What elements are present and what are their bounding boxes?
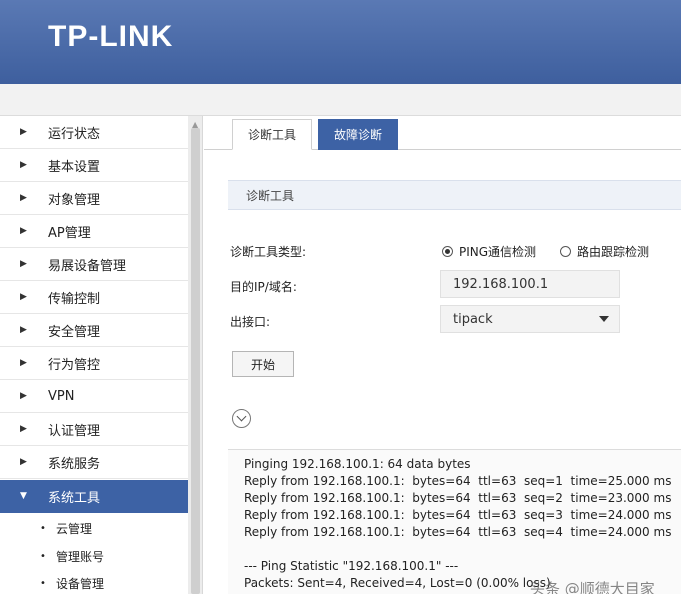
output-line: --- Ping Statistic "192.168.100.1" --- (244, 559, 459, 573)
sidebar-item-label: 运行状态 (48, 126, 101, 142)
chevron-right-icon: ▶ (20, 193, 27, 203)
sidebar-item-vpn[interactable]: ▶ VPN (0, 380, 188, 413)
bullet-icon: • (40, 577, 46, 589)
sidebar-item-basic-settings[interactable]: ▶ 基本设置 (0, 149, 188, 182)
interface-select-value: tipack (453, 311, 493, 327)
target-label: 目的IP/域名: (230, 280, 297, 294)
sidebar-item-label: 传输控制 (48, 291, 101, 307)
chevron-right-icon: ▶ (20, 457, 27, 467)
interface-select[interactable]: tipack (440, 305, 620, 333)
tab-diagnostic-tools[interactable]: 诊断工具 (232, 119, 312, 150)
chevron-right-icon: ▶ (20, 127, 27, 137)
chevron-down-icon: ▼ (20, 491, 27, 501)
watermark: 头条 @顺德大目家 (530, 580, 655, 594)
output-line: Packets: Sent=4, Received=4, Lost=0 (0.0… (244, 576, 551, 590)
sidebar-item-security[interactable]: ▶ 安全管理 (0, 314, 188, 347)
sidebar-item-label: 系统服务 (48, 456, 101, 472)
output-line: Reply from 192.168.100.1: bytes=64 ttl=6… (244, 508, 672, 522)
tab-bar: 诊断工具 故障诊断 (204, 117, 681, 150)
radio-traceroute[interactable]: 路由跟踪检测 (560, 243, 649, 260)
sidebar-item-easy-expand[interactable]: ▶ 易展设备管理 (0, 248, 188, 281)
sidebar-item-label: 安全管理 (48, 324, 101, 340)
sidebar-item-label: 认证管理 (48, 423, 101, 439)
sidebar-subitem-label: 云管理 (56, 521, 93, 536)
sidebar-subitem-cloud[interactable]: • 云管理 (0, 514, 188, 542)
sidebar-item-authentication[interactable]: ▶ 认证管理 (0, 413, 188, 446)
bullet-icon: • (40, 550, 46, 562)
radio-checked-icon (442, 246, 453, 257)
output-line: Reply from 192.168.100.1: bytes=64 ttl=6… (244, 474, 672, 488)
sidebar-item-transmission-control[interactable]: ▶ 传输控制 (0, 281, 188, 314)
sidebar-item-label: 易展设备管理 (48, 258, 127, 274)
output-line: Reply from 192.168.100.1: bytes=64 ttl=6… (244, 525, 672, 539)
sidebar-item-behavior-control[interactable]: ▶ 行为管控 (0, 347, 188, 380)
sidebar-item-status[interactable]: ▶ 运行状态 (0, 116, 188, 149)
sidebar-subitem-label: 管理账号 (56, 549, 105, 564)
output-line: Pinging 192.168.100.1: 64 data bytes (244, 457, 471, 471)
chevron-right-icon: ▶ (20, 259, 27, 269)
sidebar-item-label: 对象管理 (48, 192, 101, 208)
radio-ping-label: PING通信检测 (459, 245, 537, 259)
radio-ping[interactable]: PING通信检测 (442, 243, 536, 260)
tool-type-label: 诊断工具类型: (230, 245, 307, 259)
sidebar-subitem-device[interactable]: • 设备管理 (0, 569, 188, 594)
top-header: TP-LINK (0, 0, 681, 84)
sidebar: ▶ 运行状态 ▶ 基本设置 ▶ 对象管理 ▶ AP管理 ▶ 易展设备管理 ▶ 传输控制 ▶ 安… (0, 116, 203, 594)
chevron-right-icon: ▶ (20, 391, 27, 401)
bullet-icon: • (40, 522, 46, 534)
chevron-down-icon (236, 411, 247, 422)
tp-link-logo: TP-LINK (48, 20, 174, 53)
sidebar-item-system-tools[interactable]: ▼ 系统工具 (0, 480, 188, 513)
sidebar-item-ap-management[interactable]: ▶ AP管理 (0, 215, 188, 248)
sidebar-item-object-management[interactable]: ▶ 对象管理 (0, 182, 188, 215)
radio-traceroute-label: 路由跟踪检测 (577, 245, 650, 259)
output-line: Reply from 192.168.100.1: bytes=64 ttl=6… (244, 491, 672, 505)
sidebar-item-label: 基本设置 (48, 159, 101, 175)
target-input[interactable]: 192.168.100.1 (440, 270, 620, 298)
sidebar-subitem-accounts[interactable]: • 管理账号 (0, 542, 188, 570)
chevron-right-icon: ▶ (20, 325, 27, 335)
interface-label: 出接口: (230, 315, 271, 329)
sidebar-subitem-label: 设备管理 (56, 576, 105, 591)
start-button[interactable]: 开始 (232, 351, 294, 377)
chevron-right-icon: ▶ (20, 358, 27, 368)
tab-fault-diagnosis[interactable]: 故障诊断 (318, 119, 398, 150)
sidebar-item-label: 行为管控 (48, 357, 101, 373)
main-content: 诊断工具 故障诊断 诊断工具 诊断工具类型: PING通信检测 路由跟踪检测 目… (204, 117, 681, 594)
chevron-right-icon: ▶ (20, 226, 27, 236)
header-gap (0, 84, 681, 116)
sidebar-item-system-services[interactable]: ▶ 系统服务 (0, 446, 188, 479)
chevron-right-icon: ▶ (20, 160, 27, 170)
dropdown-arrow-icon (599, 316, 609, 322)
sidebar-item-label: VPN (48, 388, 75, 404)
sidebar-item-label: AP管理 (48, 225, 91, 241)
sidebar-scrollbar[interactable]: ▲ (188, 116, 202, 594)
scrollbar-thumb[interactable] (191, 128, 200, 594)
radio-unchecked-icon (560, 246, 571, 257)
ping-output: Pinging 192.168.100.1: 64 data bytes Rep… (228, 449, 681, 594)
chevron-right-icon: ▶ (20, 292, 27, 302)
chevron-right-icon: ▶ (20, 424, 27, 434)
sidebar-item-label: 系统工具 (48, 490, 101, 506)
section-title: 诊断工具 (228, 180, 681, 210)
collapse-toggle[interactable] (232, 409, 251, 428)
